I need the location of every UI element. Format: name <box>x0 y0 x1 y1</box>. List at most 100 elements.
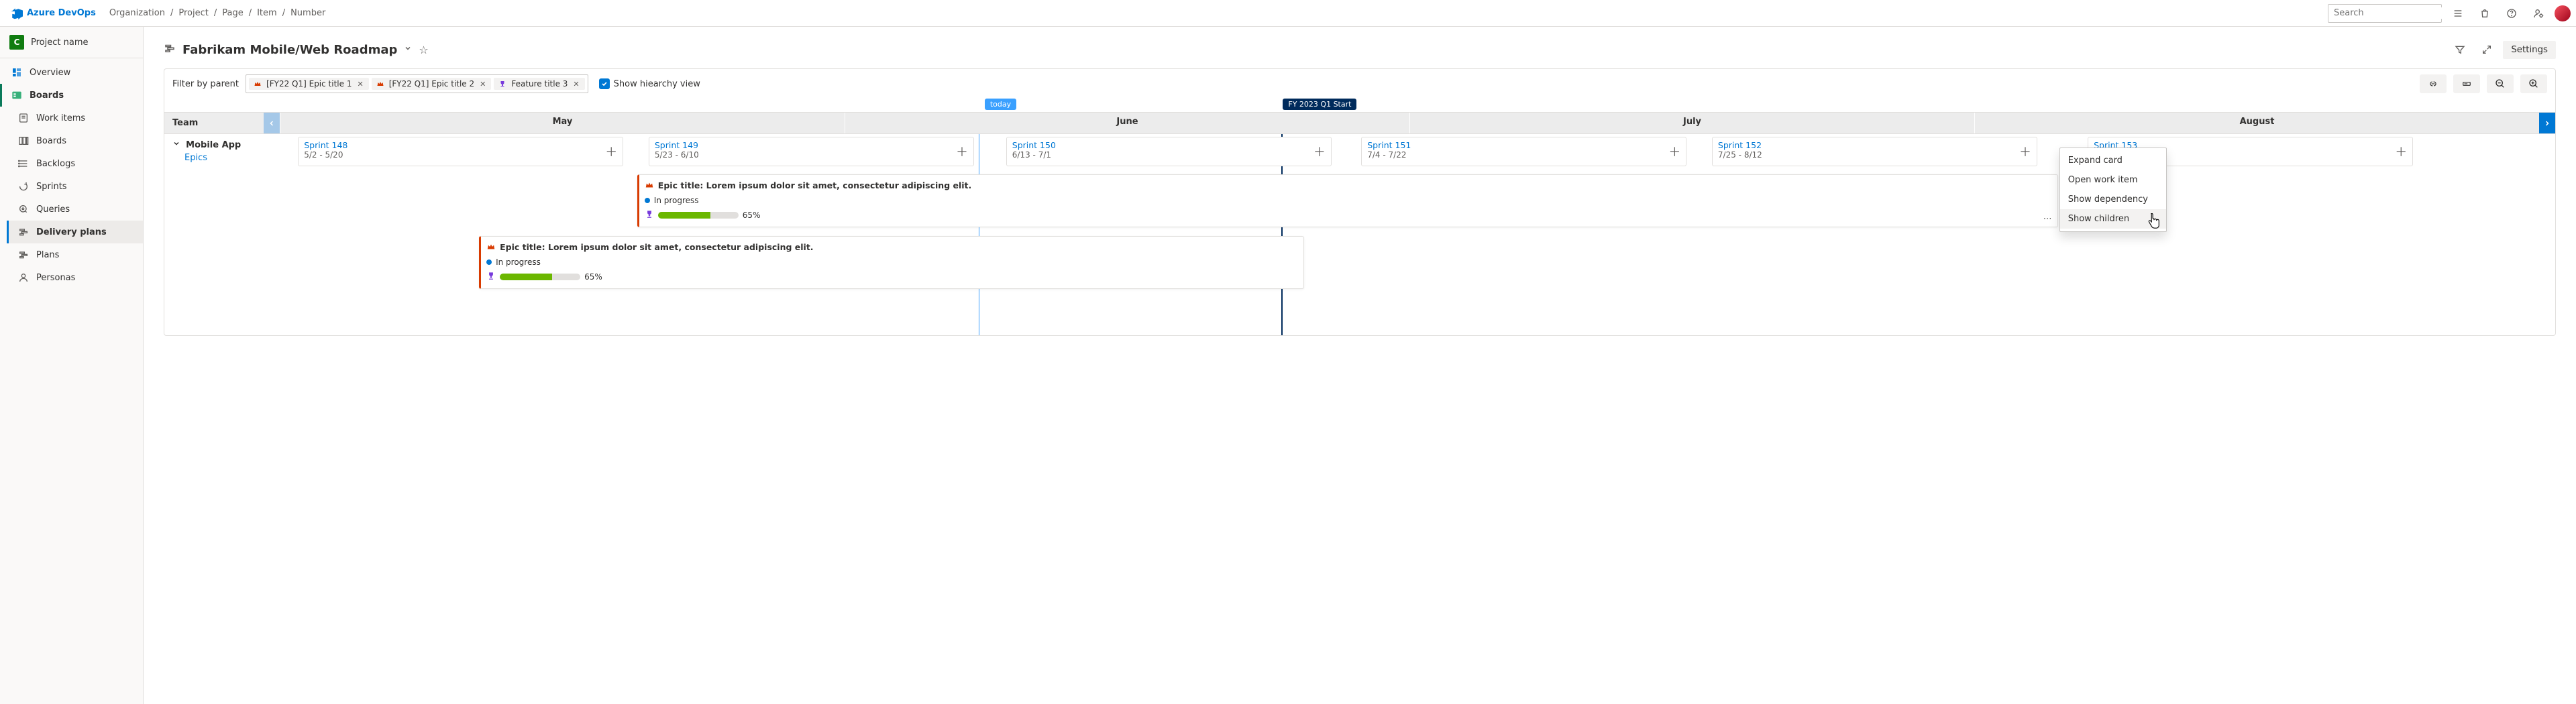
title-dropdown[interactable] <box>404 44 412 55</box>
breadcrumb-item[interactable]: Item <box>257 8 277 18</box>
dependencies-button[interactable] <box>2420 74 2447 93</box>
fullscreen-icon[interactable] <box>2476 39 2498 60</box>
user-avatar[interactable] <box>2555 5 2571 21</box>
sprint-name[interactable]: Sprint 151 <box>1367 140 1680 150</box>
filter-icon[interactable] <box>2449 39 2471 60</box>
shopping-bag-icon[interactable] <box>2474 3 2496 24</box>
epic-card[interactable]: Epic title: Lorem ipsum dolor sit amet, … <box>637 174 2058 227</box>
list-view-icon[interactable] <box>2447 3 2469 24</box>
help-icon[interactable] <box>2501 3 2522 24</box>
scroll-left-button[interactable] <box>264 113 280 133</box>
fields-button[interactable] <box>2453 74 2480 93</box>
sidebar-item-label: Overview <box>30 68 70 78</box>
breadcrumb-item[interactable]: Page <box>222 8 243 18</box>
sprint-name[interactable]: Sprint 148 <box>304 140 617 150</box>
epic-card[interactable]: Epic title: Lorem ipsum dolor sit amet, … <box>479 236 1304 289</box>
context-menu-item[interactable]: Open work item <box>2060 170 2166 190</box>
sprint-header[interactable]: Sprint 1485/2 - 5/20＋ <box>298 137 623 166</box>
plans-icon <box>17 249 30 261</box>
add-item-button[interactable]: ＋ <box>1312 144 1327 159</box>
main-content: Fabrikam Mobile/Web Roadmap ☆ Settings F… <box>144 27 2576 704</box>
sprint-name[interactable]: Sprint 150 <box>1012 140 1326 150</box>
month-header: August <box>1974 113 2539 133</box>
epic-status: In progress <box>496 257 541 267</box>
sprint-header[interactable]: Sprint 1506/13 - 7/1＋ <box>1006 137 1332 166</box>
epic-title: Epic title: Lorem ipsum dolor sit amet, … <box>658 180 971 190</box>
sidebar-item-queries[interactable]: Queries <box>7 198 143 221</box>
status-dot-icon <box>645 198 650 203</box>
progress-percent: 65% <box>743 211 761 220</box>
sidebar-item-label: Plans <box>36 250 59 260</box>
delivery-plan-icon <box>164 42 176 57</box>
remove-tag-icon[interactable]: ✕ <box>478 80 487 89</box>
add-item-button[interactable]: ＋ <box>2018 144 2033 159</box>
context-menu-item[interactable]: Show dependency <box>2060 190 2166 209</box>
favorite-toggle[interactable]: ☆ <box>419 44 428 56</box>
epic-status: In progress <box>654 196 699 205</box>
zoom-in-button[interactable] <box>2520 74 2547 93</box>
breadcrumb-item[interactable]: Organization <box>109 8 165 18</box>
timeline-lanes[interactable]: Sprint 1485/2 - 5/20＋ Sprint 1495/23 - 6/… <box>264 134 2555 335</box>
top-bar: Azure DevOps Organization/Project/Page/I… <box>0 0 2576 27</box>
status-dot-icon <box>486 259 492 265</box>
team-backlog-link[interactable]: Epics <box>184 153 256 163</box>
trophy-icon <box>645 209 654 221</box>
add-item-button[interactable]: ＋ <box>955 144 969 159</box>
sidebar-item-backlogs[interactable]: Backlogs <box>7 152 143 175</box>
sprint-dates: 7/4 - 7/22 <box>1367 150 1680 160</box>
remove-tag-icon[interactable]: ✕ <box>572 80 580 89</box>
sidebar-item-overview[interactable]: Overview <box>0 61 143 84</box>
sidebar-item-boards[interactable]: Boards <box>0 84 143 107</box>
search-input[interactable] <box>2332 7 2449 19</box>
parent-filter-input[interactable]: [FY22 Q1] Epic title 1✕[FY22 Q1] Epic ti… <box>246 74 588 93</box>
filter-tag[interactable]: [FY22 Q1] Epic title 1✕ <box>249 78 369 90</box>
add-item-button[interactable]: ＋ <box>2394 144 2408 159</box>
sidebar-item-boards-sub[interactable]: Boards <box>7 129 143 152</box>
month-header: June <box>845 113 1409 133</box>
project-switcher[interactable]: C Project name <box>0 27 143 58</box>
filter-tag[interactable]: Feature title 3✕ <box>494 78 584 90</box>
progress-bar <box>658 212 739 219</box>
trophy-icon <box>486 271 496 283</box>
azure-devops-icon <box>11 7 23 19</box>
settings-button[interactable]: Settings <box>2503 41 2556 59</box>
sprint-header[interactable]: Sprint 1517/4 - 7/22＋ <box>1361 137 1686 166</box>
user-settings-icon[interactable] <box>2528 3 2549 24</box>
global-search[interactable] <box>2328 4 2442 23</box>
filter-row: Filter by parent [FY22 Q1] Epic title 1✕… <box>164 69 2555 99</box>
breadcrumb-item[interactable]: Project <box>178 8 208 18</box>
remove-tag-icon[interactable]: ✕ <box>356 80 364 89</box>
card-more-button[interactable]: ⋯ <box>2043 214 2053 224</box>
filter-tag[interactable]: [FY22 Q1] Epic title 2✕ <box>372 78 492 90</box>
sprint-header[interactable]: Sprint 1495/23 - 6/10＋ <box>649 137 974 166</box>
scroll-right-button[interactable] <box>2539 113 2555 133</box>
month-header: July <box>1409 113 1974 133</box>
progress-percent: 65% <box>584 272 602 282</box>
zoom-out-button[interactable] <box>2487 74 2514 93</box>
timeline-markers: todayFY 2023 Q1 Start <box>164 99 2555 112</box>
sidebar-item-delivery-plans[interactable]: Delivery plans <box>7 221 143 243</box>
add-item-button[interactable]: ＋ <box>1667 144 1682 159</box>
sidebar-item-plans[interactable]: Plans <box>7 243 143 266</box>
sprint-name[interactable]: Sprint 152 <box>1718 140 2031 150</box>
brand-logo[interactable]: Azure DevOps <box>5 7 101 19</box>
sidebar-item-label: Delivery plans <box>36 227 107 237</box>
boards-sub-icon <box>17 135 30 147</box>
add-item-button[interactable]: ＋ <box>604 144 619 159</box>
queries-icon <box>17 203 30 215</box>
sidebar-item-label: Personas <box>36 273 75 283</box>
sprint-name[interactable]: Sprint 149 <box>655 140 968 150</box>
hierarchy-toggle[interactable]: Show hiearchy view <box>599 78 700 89</box>
collapse-team-icon[interactable] <box>172 139 180 150</box>
sidebar-item-sprints[interactable]: Sprints <box>7 175 143 198</box>
team-cell: Mobile App Epics <box>164 134 264 335</box>
sprint-header[interactable]: Sprint 1527/25 - 8/12＋ <box>1712 137 2037 166</box>
context-menu-item[interactable]: Expand card <box>2060 151 2166 170</box>
breadcrumb-item[interactable]: Number <box>290 8 325 18</box>
sidebar-item-work-items[interactable]: Work items <box>7 107 143 129</box>
crown-icon <box>376 79 385 89</box>
sidebar-item-personas[interactable]: Personas <box>7 266 143 289</box>
today-marker: today <box>985 99 1016 110</box>
page-title: Fabrikam Mobile/Web Roadmap <box>182 43 397 57</box>
sidebar-item-label: Work items <box>36 113 85 123</box>
